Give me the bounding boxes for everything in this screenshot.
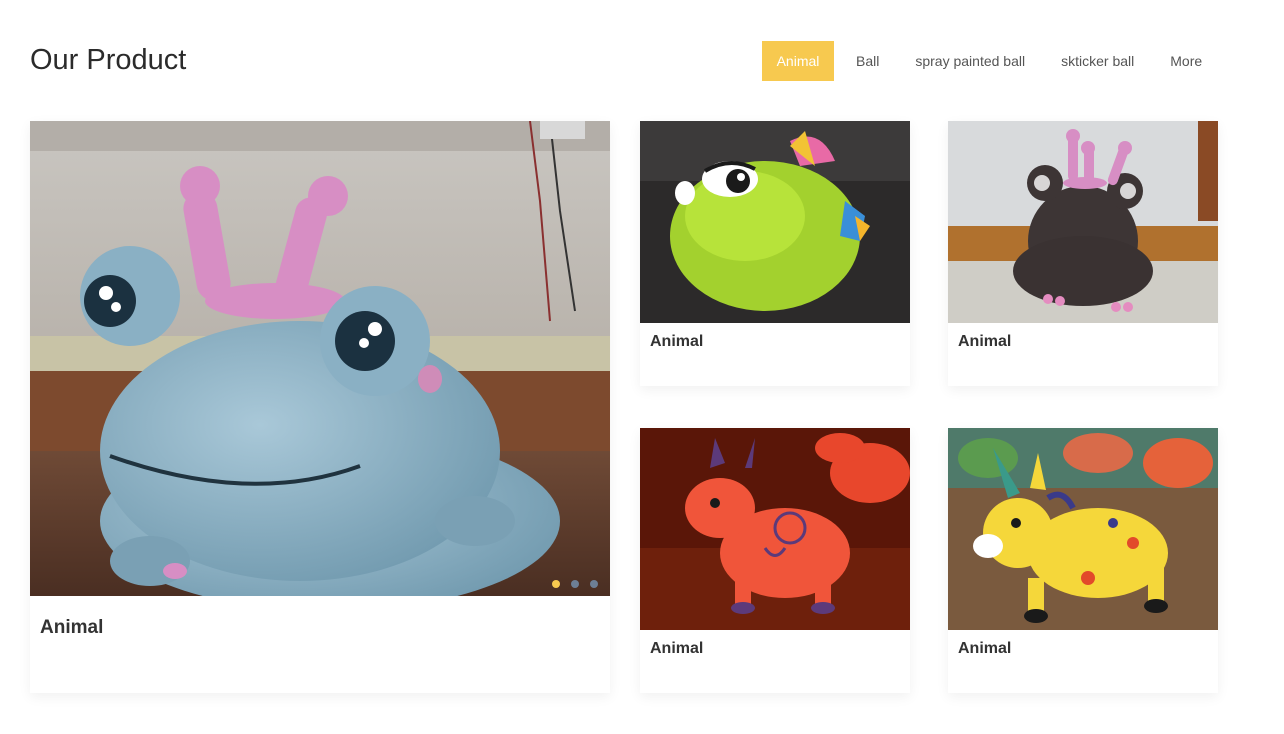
- tab-more[interactable]: More: [1152, 41, 1220, 81]
- product-card-1[interactable]: Animal: [640, 121, 910, 386]
- page-title: Our Product: [30, 44, 187, 76]
- product-image-2[interactable]: [948, 121, 1218, 323]
- product-card-3[interactable]: Animal: [640, 428, 910, 693]
- tab-animal[interactable]: Animal: [762, 41, 834, 81]
- carousel-dot-1[interactable]: [552, 580, 560, 588]
- product-label-1[interactable]: Animal: [640, 323, 910, 351]
- featured-product-label[interactable]: Animal: [30, 596, 610, 639]
- carousel-dot-3[interactable]: [590, 580, 598, 588]
- yellow-unicorn-toy-image: [948, 428, 1218, 630]
- blue-frog-toy-image: [30, 121, 610, 596]
- carousel-dots: [552, 580, 598, 588]
- green-fish-toy-image: [640, 121, 910, 323]
- product-label-2[interactable]: Animal: [948, 323, 1218, 351]
- product-label-3[interactable]: Animal: [640, 630, 910, 658]
- product-label-4[interactable]: Animal: [948, 630, 1218, 658]
- product-image-1[interactable]: [640, 121, 910, 323]
- tab-skticker-ball[interactable]: skticker ball: [1043, 41, 1152, 81]
- tab-ball[interactable]: Ball: [834, 41, 901, 81]
- product-image-3[interactable]: [640, 428, 910, 630]
- tab-spray-painted-ball[interactable]: spray painted ball: [901, 41, 1043, 81]
- category-tabs: Animal Ball spray painted ball skticker …: [762, 41, 1220, 81]
- featured-product-card[interactable]: Animal: [30, 121, 610, 693]
- product-card-2[interactable]: Animal: [948, 121, 1218, 386]
- product-card-4[interactable]: Animal: [948, 428, 1218, 693]
- product-image-4[interactable]: [948, 428, 1218, 630]
- carousel-dot-2[interactable]: [571, 580, 579, 588]
- featured-product-image[interactable]: [30, 121, 610, 596]
- black-frog-toy-image: [948, 121, 1218, 323]
- red-cow-toy-image: [640, 428, 910, 630]
